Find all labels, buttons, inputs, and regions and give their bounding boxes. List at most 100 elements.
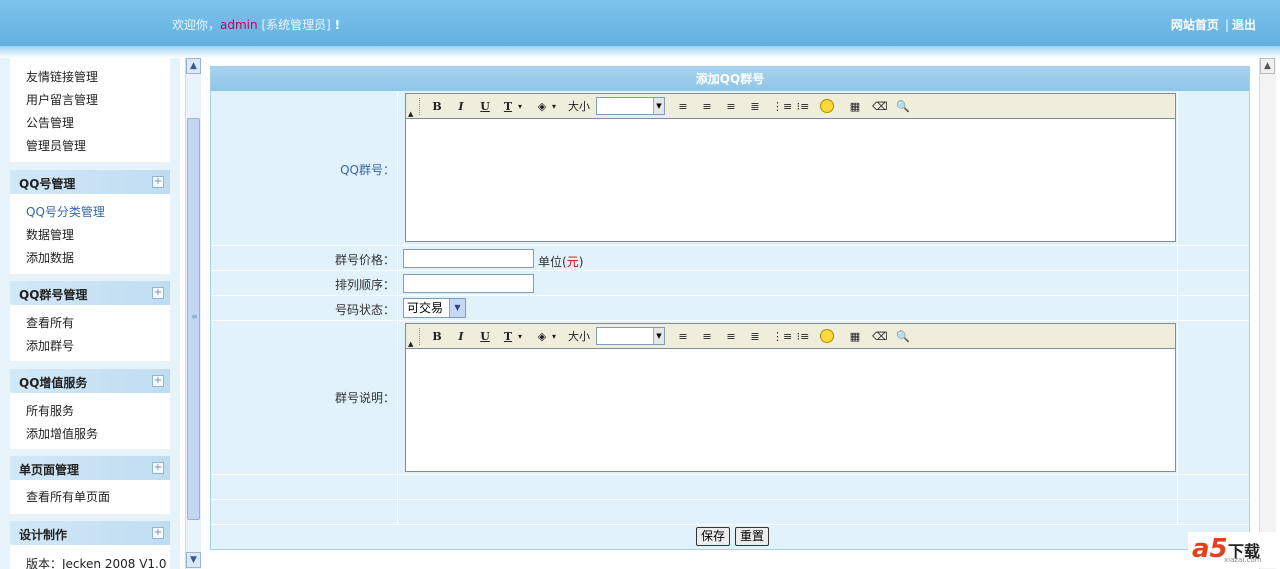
expand-icon[interactable]: + <box>152 462 164 474</box>
editor-content-area[interactable] <box>406 349 1175 471</box>
status-value: 可交易 <box>407 301 444 315</box>
expand-icon[interactable]: + <box>152 375 164 387</box>
sidebar-item-data[interactable]: 数据管理 <box>10 224 170 247</box>
eraser-icon[interactable]: ⌫ <box>872 98 888 115</box>
align-right-icon[interactable]: ≡ <box>724 328 738 345</box>
italic-button[interactable]: I <box>454 98 468 115</box>
ordered-list-icon[interactable]: ⋮≡ <box>772 98 792 115</box>
sidebar-item-add-data[interactable]: 添加数据 <box>10 247 170 270</box>
italic-button[interactable]: I <box>454 328 468 345</box>
description-label: 群号说明： <box>334 391 395 405</box>
user-role: [系统管理员] <box>261 18 331 32</box>
sidebar-group-header[interactable]: 设计制作 + <box>10 521 170 545</box>
unordered-list-icon[interactable]: ⁝≡ <box>796 328 810 345</box>
main-scrollbar[interactable]: ▲ <box>1259 58 1276 569</box>
sidebar-group-header[interactable]: QQ号管理 + <box>10 170 170 194</box>
sidebar-group-header[interactable]: 单页面管理 + <box>10 456 170 480</box>
background-color-dropdown-icon[interactable]: ▾ <box>550 98 558 115</box>
underline-button[interactable]: U <box>478 98 492 115</box>
preview-icon[interactable]: 🔍 <box>896 98 910 115</box>
qq-number-label: QQ群号： <box>340 163 395 177</box>
table-icon[interactable]: ▦ <box>848 98 862 115</box>
form-title: 添加QQ群号 <box>211 67 1249 91</box>
emoticon-icon[interactable] <box>820 329 834 343</box>
background-color-icon[interactable]: ◈ <box>534 98 550 115</box>
expand-icon[interactable]: + <box>152 176 164 188</box>
emoticon-icon[interactable] <box>820 99 834 113</box>
home-link[interactable]: 网站首页 <box>1171 18 1219 32</box>
sidebar-item-qq-category[interactable]: QQ号分类管理 <box>10 201 170 224</box>
editor-content-area[interactable] <box>406 119 1175 241</box>
qq-number-editor: ▲ B I U T ▾ ◈ ▾ 大小 ▼ ≡ ≡ ≡ ≣ ⋮≡ ⁝≡ ▦ ⌫ 🔍 <box>405 93 1176 242</box>
status-select[interactable]: 可交易 ▼ <box>403 298 466 318</box>
scroll-up-icon[interactable]: ▲ <box>186 58 201 74</box>
scrollbar-thumb[interactable]: ≡ <box>187 118 200 520</box>
sidebar-group-services: QQ增值服务 + 所有服务 添加增值服务 <box>10 369 170 449</box>
align-left-icon[interactable]: ≡ <box>676 328 690 345</box>
underline-button[interactable]: U <box>478 328 492 345</box>
chevron-down-icon[interactable]: ▼ <box>653 328 664 344</box>
table-icon[interactable]: ▦ <box>848 328 862 345</box>
save-button[interactable]: 保存 <box>696 527 731 546</box>
reset-button[interactable]: 重置 <box>735 527 770 546</box>
status-row: 号码状态： 可交易 ▼ <box>211 296 1249 321</box>
bold-button[interactable]: B <box>430 98 444 115</box>
font-size-select[interactable]: ▼ <box>596 97 665 115</box>
chevron-down-icon[interactable]: ▼ <box>449 299 465 317</box>
align-left-icon[interactable]: ≡ <box>676 98 690 115</box>
font-color-icon[interactable]: T <box>502 98 514 115</box>
order-input[interactable] <box>403 274 534 293</box>
sidebar-group-header[interactable]: QQ群号管理 + <box>10 281 170 305</box>
eraser-icon[interactable]: ⌫ <box>872 328 888 345</box>
top-links: 网站首页 | 退出 <box>1171 16 1256 33</box>
sidebar-group-title: 单页面管理 <box>19 463 80 477</box>
font-size-select[interactable]: ▼ <box>596 327 665 345</box>
logout-link[interactable]: 退出 <box>1232 18 1256 32</box>
sidebar-group-design: 设计制作 + 版本：Jecken 2008 V1.0 <box>10 521 170 569</box>
font-size-label: 大小 <box>568 100 590 113</box>
sidebar-item-version: 版本：Jecken 2008 V1.0 <box>26 557 167 569</box>
empty-row <box>211 500 1249 525</box>
sidebar-item-admins[interactable]: 管理员管理 <box>10 135 170 158</box>
price-input[interactable] <box>403 249 534 268</box>
font-color-icon[interactable]: T <box>502 328 514 345</box>
unit-prefix: 单位( <box>538 255 567 269</box>
bold-button[interactable]: B <box>430 328 444 345</box>
font-color-dropdown-icon[interactable]: ▾ <box>516 328 524 345</box>
sidebar-item-add-group[interactable]: 添加群号 <box>10 335 170 358</box>
sidebar-item-messages[interactable]: 用户留言管理 <box>10 89 170 112</box>
sidebar-item-view-all[interactable]: 查看所有 <box>10 312 170 335</box>
sidebar-group-title: QQ增值服务 <box>19 376 88 390</box>
watermark-logo-mark: a5 <box>1192 534 1228 564</box>
toolbar-collapse-icon[interactable]: ▲ <box>408 106 413 123</box>
scroll-down-icon[interactable]: ▼ <box>186 552 201 568</box>
status-label: 号码状态： <box>334 303 395 317</box>
preview-icon[interactable]: 🔍 <box>896 328 910 345</box>
toolbar-collapse-icon[interactable]: ▲ <box>408 336 413 353</box>
sidebar-group-qq: QQ号管理 + QQ号分类管理 数据管理 添加数据 <box>10 170 170 274</box>
chevron-down-icon[interactable]: ▼ <box>653 98 664 114</box>
expand-icon[interactable]: + <box>152 287 164 299</box>
sidebar-group-header[interactable]: QQ增值服务 + <box>10 369 170 393</box>
background-color-dropdown-icon[interactable]: ▾ <box>550 328 558 345</box>
sidebar-group-system: 友情链接管理 用户留言管理 公告管理 管理员管理 <box>10 58 170 162</box>
unordered-list-icon[interactable]: ⁝≡ <box>796 98 810 115</box>
sidebar-scrollbar[interactable]: ▲ ≡ ▼ <box>185 58 201 569</box>
sidebar-item-all-pages[interactable]: 查看所有单页面 <box>10 486 170 509</box>
align-right-icon[interactable]: ≡ <box>724 98 738 115</box>
background-color-icon[interactable]: ◈ <box>534 328 550 345</box>
link-separator: | <box>1224 18 1229 32</box>
sidebar-item-links[interactable]: 友情链接管理 <box>10 66 170 89</box>
username: admin <box>220 18 258 32</box>
scroll-up-icon[interactable]: ▲ <box>1260 58 1275 74</box>
expand-icon[interactable]: + <box>152 527 164 539</box>
align-center-icon[interactable]: ≡ <box>700 328 714 345</box>
font-color-dropdown-icon[interactable]: ▾ <box>516 98 524 115</box>
sidebar-item-add-service[interactable]: 添加增值服务 <box>10 423 170 446</box>
align-center-icon[interactable]: ≡ <box>700 98 714 115</box>
justify-icon[interactable]: ≣ <box>748 328 762 345</box>
ordered-list-icon[interactable]: ⋮≡ <box>772 328 792 345</box>
sidebar-item-all-services[interactable]: 所有服务 <box>10 400 170 423</box>
sidebar-item-notices[interactable]: 公告管理 <box>10 112 170 135</box>
justify-icon[interactable]: ≣ <box>748 98 762 115</box>
